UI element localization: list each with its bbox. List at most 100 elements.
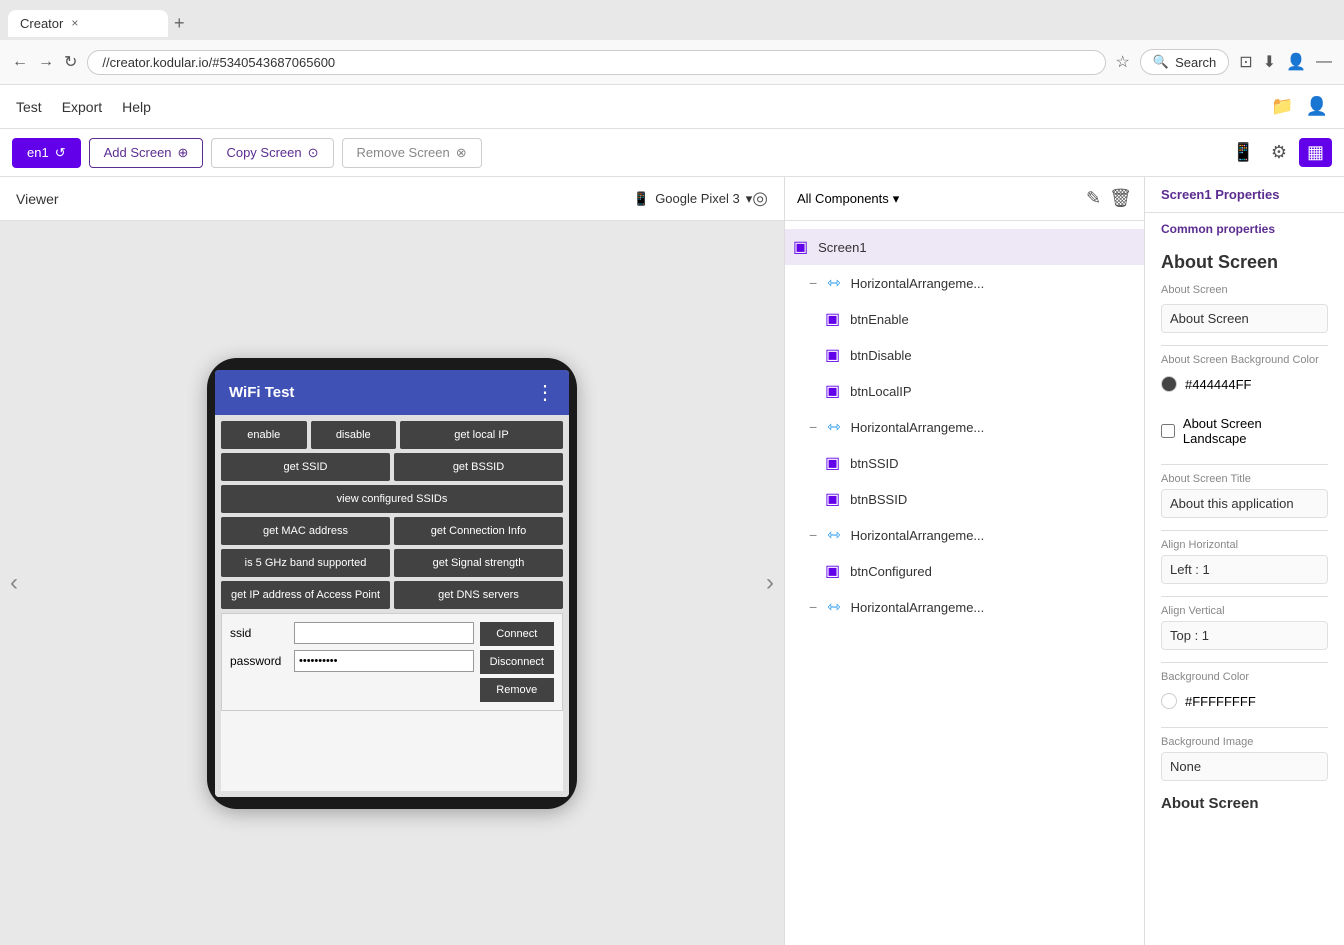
phone-row-3: view configured SSIDs (221, 485, 563, 513)
comp-item-screen1[interactable]: ▣ Screen1 (785, 229, 1144, 265)
phone-icon[interactable]: 📱 (1228, 138, 1258, 167)
password-label: password (230, 654, 290, 668)
about-title-value[interactable]: About this application (1161, 489, 1328, 518)
components-icons: ✎ 🗑 (1086, 188, 1132, 209)
screen1-tab[interactable]: en1 ↺ (12, 138, 81, 168)
comp-item-btnenable[interactable]: ▣ btnEnable (785, 301, 1144, 337)
screen1-arrow: ↺ (55, 145, 66, 161)
forward-icon[interactable]: → (38, 53, 54, 71)
blocks-icon[interactable]: ▦ (1299, 138, 1332, 167)
profile-icon[interactable]: 👤 (1286, 52, 1306, 72)
viewer-panel: Viewer 📱 Google Pixel 3 ▾ ◎ ‹ WiFi Test … (0, 177, 785, 945)
viewer-header: Viewer 📱 Google Pixel 3 ▾ ◎ (0, 177, 784, 221)
align-horizontal-label: Align Horizontal (1161, 530, 1328, 551)
remove-screen-button[interactable]: Remove Screen ⊗ (342, 138, 482, 168)
toggle-horiz4[interactable]: − (809, 599, 817, 615)
remove-btn[interactable]: Remove (480, 678, 554, 702)
bg-color-value-row[interactable]: #FFFFFFFF (1161, 687, 1328, 715)
back-icon[interactable]: ← (12, 53, 28, 71)
about-title-label: About Screen Title (1161, 464, 1328, 485)
about-bg-color-label: About Screen Background Color (1161, 345, 1328, 366)
user-icon[interactable]: 👤 (1306, 96, 1328, 117)
add-screen-label: Add Screen (104, 145, 172, 160)
settings-icon[interactable]: ⚙ (1267, 138, 1291, 167)
left-nav-arrow[interactable]: ‹ (10, 569, 18, 597)
bg-image-value[interactable]: None (1161, 752, 1328, 781)
btn-connection-info[interactable]: get Connection Info (394, 517, 563, 545)
edit-component-btn[interactable]: ✎ (1086, 188, 1101, 209)
btn-enable[interactable]: enable (221, 421, 307, 449)
btn-ip-ap[interactable]: get IP address of Access Point (221, 581, 390, 609)
about-landscape-checkbox[interactable] (1161, 424, 1175, 438)
phone-menu-icon[interactable]: ⋮ (535, 380, 555, 405)
toggle-horiz1[interactable]: − (809, 275, 817, 291)
comp-item-horiz2[interactable]: − ⇿ HorizontalArrangeme... (785, 409, 1144, 445)
phone-input-section: ssid password Connect (221, 613, 563, 711)
phone-content: enable disable get local IP get SSID get… (215, 415, 569, 797)
about-landscape-checkbox-row[interactable]: About Screen Landscape (1161, 410, 1328, 452)
download-icon[interactable]: ⬇ (1263, 52, 1276, 72)
url-input[interactable]: //creator.kodular.io/#5340543687065600 (87, 50, 1105, 75)
toggle-horiz3[interactable]: − (809, 527, 817, 543)
components-label: All Components (797, 191, 889, 206)
btn-bssid[interactable]: get BSSID (394, 453, 563, 481)
btn-dns[interactable]: get DNS servers (394, 581, 563, 609)
btn-disable[interactable]: disable (311, 421, 397, 449)
delete-component-btn[interactable]: 🗑 (1109, 188, 1132, 209)
refresh-icon[interactable]: ↻ (64, 52, 77, 72)
new-tab-button[interactable]: + (174, 13, 185, 34)
about-bg-color-value-row[interactable]: #444444FF (1161, 370, 1328, 398)
align-vertical-value[interactable]: Top : 1 (1161, 621, 1328, 650)
btn-icon-enable: ▣ (825, 309, 840, 329)
toggle-horiz2[interactable]: − (809, 419, 817, 435)
add-screen-button[interactable]: Add Screen ⊕ (89, 138, 204, 168)
device-icon: 📱 (633, 191, 649, 207)
hide-components-icon[interactable]: ◎ (752, 188, 768, 209)
comp-item-btnconfigured[interactable]: ▣ btnConfigured (785, 553, 1144, 589)
comp-item-btndisable[interactable]: ▣ btnDisable (785, 337, 1144, 373)
align-horizontal-value[interactable]: Left : 1 (1161, 555, 1328, 584)
device-selector[interactable]: 📱 Google Pixel 3 ▾ (633, 191, 752, 207)
connect-btn[interactable]: Connect (480, 622, 554, 646)
nav-help[interactable]: Help (122, 95, 151, 119)
phone-row-6: get IP address of Access Point get DNS s… (221, 581, 563, 609)
btn-signal[interactable]: get Signal strength (394, 549, 563, 577)
btn-mac[interactable]: get MAC address (221, 517, 390, 545)
btn-icon-disable: ▣ (825, 345, 840, 365)
btn-view-ssids[interactable]: view configured SSIDs (221, 485, 563, 513)
components-selector[interactable]: All Components ▾ (797, 191, 899, 207)
right-nav-arrow[interactable]: › (766, 569, 774, 597)
bg-image-label: Background Image (1161, 727, 1328, 748)
minimize-icon[interactable]: — (1316, 53, 1332, 71)
ssid-input[interactable] (294, 622, 474, 644)
ssid-label: ssid (230, 626, 290, 640)
add-screen-icon: ⊕ (178, 145, 189, 161)
comp-item-horiz4[interactable]: − ⇿ HorizontalArrangeme... (785, 589, 1144, 625)
pocket-icon[interactable]: ⊡ (1239, 52, 1252, 72)
nav-export[interactable]: Export (62, 95, 102, 119)
comp-item-horiz3[interactable]: − ⇿ HorizontalArrangeme... (785, 517, 1144, 553)
horiz-icon-1: ⇿ (827, 273, 840, 293)
screen-toolbar-right: 📱 ⚙ ▦ (1228, 138, 1332, 167)
password-input[interactable] (294, 650, 474, 672)
nav-test[interactable]: Test (16, 95, 42, 119)
tab-close-button[interactable]: × (71, 16, 78, 30)
folder-icon[interactable]: 📁 (1271, 96, 1293, 117)
comp-item-btnssid[interactable]: ▣ btnSSID (785, 445, 1144, 481)
btn-ssid[interactable]: get SSID (221, 453, 390, 481)
copy-screen-button[interactable]: Copy Screen ⊙ (211, 138, 333, 168)
star-icon[interactable]: ☆ (1116, 52, 1130, 72)
comp-item-btnbssid[interactable]: ▣ btnBSSID (785, 481, 1144, 517)
search-box[interactable]: 🔍 Search (1140, 49, 1229, 75)
horiz-icon-3: ⇿ (827, 525, 840, 545)
properties-title: Screen1 Properties (1161, 187, 1280, 202)
components-chevron: ▾ (893, 191, 900, 207)
comp-item-btnlocalip[interactable]: ▣ btnLocalIP (785, 373, 1144, 409)
comp-item-horiz1[interactable]: − ⇿ HorizontalArrangeme... (785, 265, 1144, 301)
disconnect-btn[interactable]: Disconnect (480, 650, 554, 674)
active-tab[interactable]: Creator × (8, 10, 168, 37)
about-screen-value[interactable]: About Screen (1161, 304, 1328, 333)
btn-local-ip[interactable]: get local IP (400, 421, 563, 449)
copy-screen-label: Copy Screen (226, 145, 301, 160)
btn-5ghz[interactable]: is 5 GHz band supported (221, 549, 390, 577)
